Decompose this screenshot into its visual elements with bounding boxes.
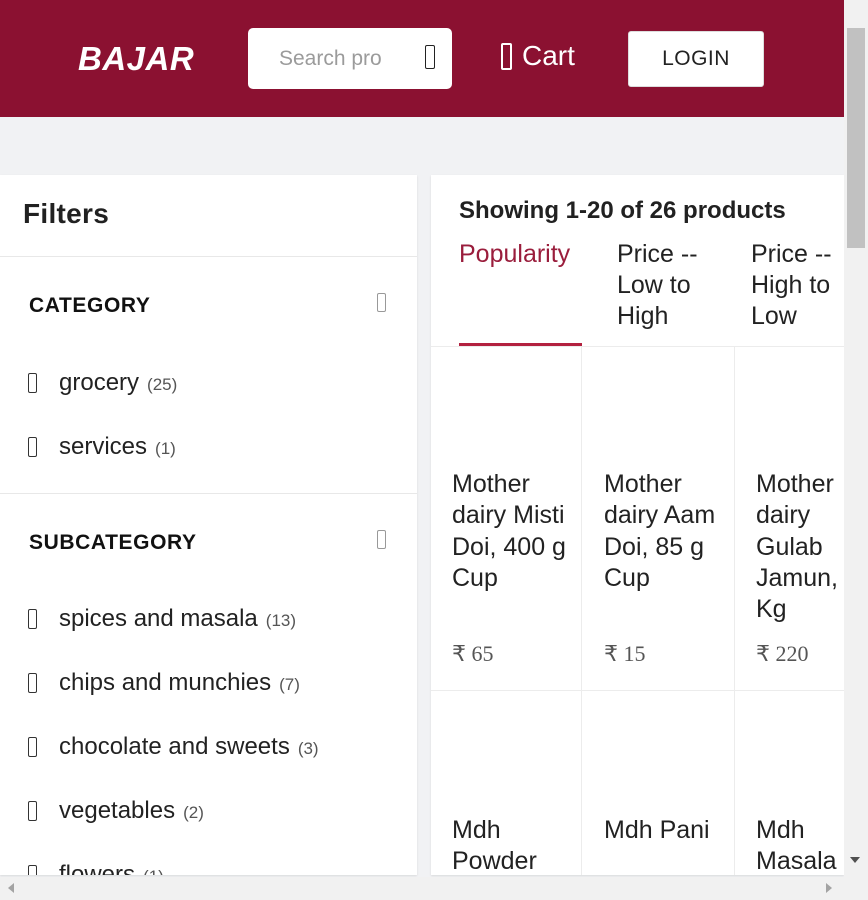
sort-popularity[interactable]: Popularity: [459, 239, 589, 270]
chevron-icon[interactable]: [377, 530, 386, 549]
results-panel: Showing 1-20 of 26 products Popularity P…: [431, 175, 844, 875]
results-summary: Showing 1-20 of 26 products: [459, 197, 786, 224]
option-count: (7): [279, 675, 300, 694]
product-card-name[interactable]: Mdh Pani: [604, 815, 729, 846]
divider: [0, 256, 417, 257]
checkbox-icon[interactable]: [28, 801, 37, 821]
option-label: chips and munchies: [59, 669, 272, 696]
option-count: (1): [143, 867, 164, 875]
scroll-down-icon[interactable]: [850, 857, 860, 863]
divider: [431, 690, 844, 691]
category-option-services[interactable]: services (1): [28, 433, 176, 461]
category-option-grocery[interactable]: grocery (25): [28, 369, 177, 397]
sort-price-high-low[interactable]: Price -- High to Low: [751, 239, 844, 332]
option-label: services: [59, 433, 148, 460]
option-count: (13): [265, 611, 297, 630]
filters-title: Filters: [23, 198, 110, 229]
option-label: chocolate and sweets: [59, 733, 290, 760]
category-title[interactable]: CATEGORY: [29, 294, 150, 318]
subcategory-option[interactable]: flowers (1): [28, 861, 164, 875]
product-card-name[interactable]: Mother dairy Gulab Jamun, 1 Kg: [756, 469, 844, 625]
cart-icon: [501, 42, 512, 70]
option-count: (1): [155, 439, 176, 458]
subcategory-option[interactable]: spices and masala (13): [28, 605, 296, 633]
subcategory-option[interactable]: chips and munchies (7): [28, 669, 300, 697]
cart-link[interactable]: Cart: [501, 40, 575, 72]
chevron-icon[interactable]: [377, 293, 386, 312]
cart-label: Cart: [522, 40, 575, 71]
divider: [734, 346, 735, 875]
horizontal-scrollbar[interactable]: [0, 877, 868, 900]
option-label: spices and masala: [59, 605, 258, 632]
product-card-name[interactable]: Mother dairy Aam Doi, 85 g Cup: [604, 469, 729, 594]
top-header: BAJAR Cart LOGIN: [0, 0, 844, 117]
option-label: vegetables: [59, 797, 176, 824]
scroll-left-icon[interactable]: [8, 883, 14, 893]
search-input[interactable]: [279, 45, 399, 73]
checkbox-icon[interactable]: [28, 609, 37, 629]
vertical-scrollbar-thumb[interactable]: [847, 28, 865, 248]
product-card-name[interactable]: Mother dairy Misti Doi, 400 g Cup: [452, 469, 577, 594]
option-count: (3): [297, 739, 319, 758]
checkbox-icon[interactable]: [28, 437, 37, 457]
option-label: flowers: [59, 861, 136, 875]
search-icon[interactable]: [425, 45, 435, 69]
divider: [581, 346, 582, 875]
divider: [431, 346, 844, 347]
search-box[interactable]: [248, 28, 452, 89]
sort-price-low-high[interactable]: Price -- Low to High: [617, 239, 722, 332]
scroll-right-icon[interactable]: [826, 883, 832, 893]
login-button[interactable]: LOGIN: [628, 31, 764, 87]
option-count: (2): [183, 803, 204, 822]
product-card-price: ₹ 65: [452, 641, 494, 666]
checkbox-icon[interactable]: [28, 865, 37, 875]
product-card-name[interactable]: Mdh Powder: [452, 815, 577, 875]
divider: [0, 493, 417, 494]
subcategory-title[interactable]: SUBCATEGORY: [29, 531, 197, 555]
product-card-price: ₹ 220: [756, 641, 809, 666]
checkbox-icon[interactable]: [28, 373, 37, 393]
checkbox-icon[interactable]: [28, 737, 37, 757]
product-card-name[interactable]: Mdh Masala: [756, 815, 844, 875]
checkbox-icon[interactable]: [28, 673, 37, 693]
option-label: grocery: [59, 369, 140, 396]
option-count: (25): [147, 375, 178, 394]
brand-logo[interactable]: BAJAR: [78, 40, 194, 78]
subcategory-option[interactable]: chocolate and sweets (3): [28, 733, 319, 761]
subcategory-option[interactable]: vegetables (2): [28, 797, 204, 825]
product-card-price: ₹ 15: [604, 641, 646, 666]
filters-panel: Filters CATEGORY grocery (25) services (…: [0, 175, 417, 875]
